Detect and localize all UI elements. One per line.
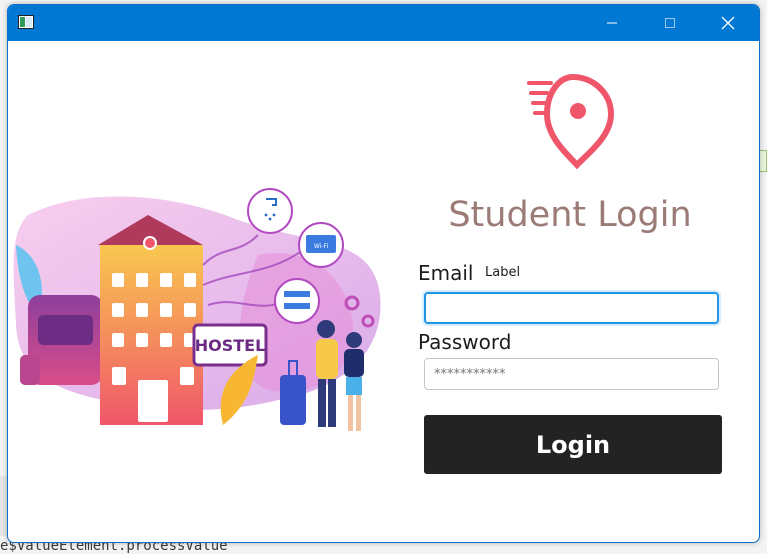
window-app-icon <box>18 15 34 29</box>
email-field[interactable] <box>424 292 719 324</box>
password-field[interactable] <box>424 358 719 390</box>
login-window: Wi-Fi HOSTEL Student Login Email Label P… <box>7 4 760 543</box>
email-label: Email <box>418 261 474 285</box>
close-button[interactable] <box>699 5 757 41</box>
wifi-sign-text: Wi-Fi <box>314 243 329 250</box>
maximize-button[interactable] <box>641 5 699 41</box>
minimize-icon <box>607 22 617 24</box>
title-bar[interactable] <box>8 5 759 41</box>
password-label: Password <box>418 330 512 354</box>
hostel-illustration: Wi-Fi HOSTEL <box>13 188 381 431</box>
page-title: Student Login <box>448 195 692 235</box>
hostel-sign-text: HOSTEL <box>195 336 266 355</box>
maximize-icon <box>665 18 675 28</box>
minimize-button[interactable] <box>583 5 641 41</box>
location-pin-icon <box>527 73 615 169</box>
login-button[interactable]: Login <box>424 415 722 474</box>
email-extra-label: Label <box>485 265 521 280</box>
close-icon <box>721 16 735 30</box>
